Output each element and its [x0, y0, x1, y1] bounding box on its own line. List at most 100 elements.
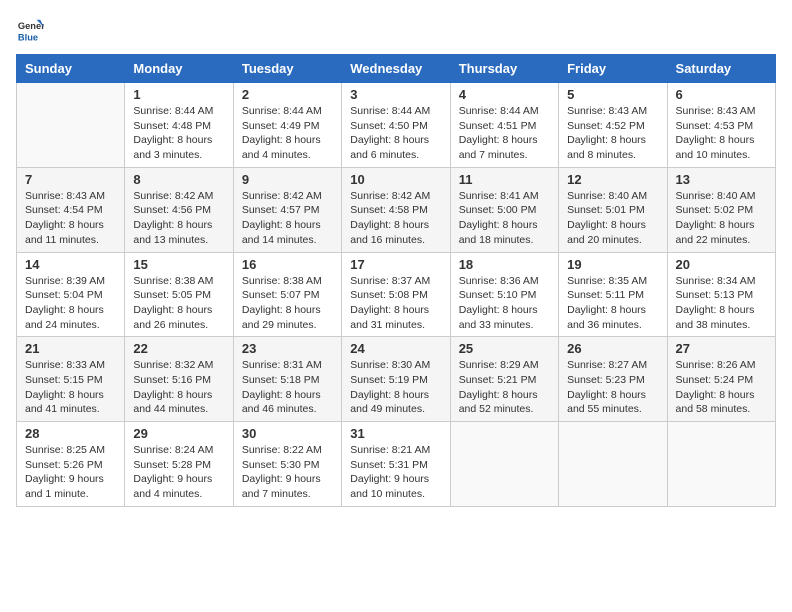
calendar-cell: 25 Sunrise: 8:29 AM Sunset: 5:21 PM Dayli… [450, 337, 558, 422]
calendar-cell: 31 Sunrise: 8:21 AM Sunset: 5:31 PM Dayli… [342, 422, 450, 507]
day-info: Sunrise: 8:44 AM Sunset: 4:50 PM Dayligh… [350, 104, 441, 163]
day-number: 28 [25, 426, 116, 441]
day-number: 7 [25, 172, 116, 187]
calendar-cell: 12Sunrise: 8:40 AM Sunset: 5:01 PM Dayli… [559, 167, 667, 252]
calendar-cell: 18 Sunrise: 8:36 AM Sunset: 5:10 PM Dayli… [450, 252, 558, 337]
day-info: Sunrise: 8:34 AM Sunset: 5:13 PM Dayligh… [676, 274, 767, 333]
day-info: Sunrise: 8:29 AM Sunset: 5:21 PM Dayligh… [459, 358, 550, 417]
day-number: 11 [459, 172, 550, 187]
calendar-cell: 17 Sunrise: 8:37 AM Sunset: 5:08 PM Dayli… [342, 252, 450, 337]
day-number: 15 [133, 257, 224, 272]
day-info: Sunrise: 8:21 AM Sunset: 5:31 PM Dayligh… [350, 443, 441, 502]
day-number: 16 [242, 257, 333, 272]
calendar-header-friday: Friday [559, 55, 667, 83]
day-info: Sunrise: 8:33 AM Sunset: 5:15 PM Dayligh… [25, 358, 116, 417]
day-info: Sunrise: 8:38 AM Sunset: 5:07 PM Dayligh… [242, 274, 333, 333]
day-info: Sunrise: 8:42 AM Sunset: 4:58 PM Dayligh… [350, 189, 441, 248]
calendar-header-saturday: Saturday [667, 55, 775, 83]
calendar-cell: 13 Sunrise: 8:40 AM Sunset: 5:02 PM Dayli… [667, 167, 775, 252]
day-number: 3 [350, 87, 441, 102]
day-info: Sunrise: 8:30 AM Sunset: 5:19 PM Dayligh… [350, 358, 441, 417]
calendar-cell: 19 Sunrise: 8:35 AM Sunset: 5:11 PM Dayli… [559, 252, 667, 337]
calendar-cell: 27 Sunrise: 8:26 AM Sunset: 5:24 PM Dayli… [667, 337, 775, 422]
calendar-cell: 7 Sunrise: 8:43 AM Sunset: 4:54 PM Daylig… [17, 167, 125, 252]
calendar-cell: 23 Sunrise: 8:31 AM Sunset: 5:18 PM Dayli… [233, 337, 341, 422]
calendar-cell: 28 Sunrise: 8:25 AM Sunset: 5:26 PM Dayli… [17, 422, 125, 507]
calendar-cell: 9 Sunrise: 8:42 AM Sunset: 4:57 PM Daylig… [233, 167, 341, 252]
day-number: 14 [25, 257, 116, 272]
day-number: 8 [133, 172, 224, 187]
calendar-cell: 14 Sunrise: 8:39 AM Sunset: 5:04 PM Dayli… [17, 252, 125, 337]
calendar-week-row: 1 Sunrise: 8:44 AM Sunset: 4:48 PM Daylig… [17, 83, 776, 168]
day-number: 19 [567, 257, 658, 272]
day-number: 23 [242, 341, 333, 356]
calendar-header-sunday: Sunday [17, 55, 125, 83]
calendar-header-tuesday: Tuesday [233, 55, 341, 83]
calendar-cell [559, 422, 667, 507]
page-header: General Blue [16, 16, 776, 44]
calendar-table: SundayMondayTuesdayWednesdayThursdayFrid… [16, 54, 776, 507]
day-info: Sunrise: 8:44 AM Sunset: 4:51 PM Dayligh… [459, 104, 550, 163]
calendar-week-row: 21 Sunrise: 8:33 AM Sunset: 5:15 PM Dayli… [17, 337, 776, 422]
day-info: Sunrise: 8:40 AM Sunset: 5:01 PM Dayligh… [567, 189, 658, 248]
day-info: Sunrise: 8:27 AM Sunset: 5:23 PM Dayligh… [567, 358, 658, 417]
day-info: Sunrise: 8:22 AM Sunset: 5:30 PM Dayligh… [242, 443, 333, 502]
calendar-cell: 2Sunrise: 8:44 AM Sunset: 4:49 PM Daylig… [233, 83, 341, 168]
day-info: Sunrise: 8:25 AM Sunset: 5:26 PM Dayligh… [25, 443, 116, 502]
calendar-cell: 24 Sunrise: 8:30 AM Sunset: 5:19 PM Dayli… [342, 337, 450, 422]
day-number: 17 [350, 257, 441, 272]
calendar-cell: 30 Sunrise: 8:22 AM Sunset: 5:30 PM Dayli… [233, 422, 341, 507]
calendar-cell: 15Sunrise: 8:38 AM Sunset: 5:05 PM Dayli… [125, 252, 233, 337]
day-number: 21 [25, 341, 116, 356]
calendar-cell: 21 Sunrise: 8:33 AM Sunset: 5:15 PM Dayli… [17, 337, 125, 422]
calendar-week-row: 7 Sunrise: 8:43 AM Sunset: 4:54 PM Daylig… [17, 167, 776, 252]
day-info: Sunrise: 8:42 AM Sunset: 4:57 PM Dayligh… [242, 189, 333, 248]
calendar-week-row: 14 Sunrise: 8:39 AM Sunset: 5:04 PM Dayli… [17, 252, 776, 337]
calendar-cell: 16 Sunrise: 8:38 AM Sunset: 5:07 PM Dayli… [233, 252, 341, 337]
calendar-header-wednesday: Wednesday [342, 55, 450, 83]
day-number: 13 [676, 172, 767, 187]
day-number: 26 [567, 341, 658, 356]
calendar-cell: 1 Sunrise: 8:44 AM Sunset: 4:48 PM Daylig… [125, 83, 233, 168]
day-number: 18 [459, 257, 550, 272]
calendar-cell: 3 Sunrise: 8:44 AM Sunset: 4:50 PM Daylig… [342, 83, 450, 168]
day-number: 25 [459, 341, 550, 356]
day-number: 1 [133, 87, 224, 102]
logo-icon: General Blue [16, 16, 44, 44]
day-info: Sunrise: 8:44 AM Sunset: 4:49 PM Dayligh… [242, 104, 333, 163]
day-info: Sunrise: 8:43 AM Sunset: 4:54 PM Dayligh… [25, 189, 116, 248]
day-number: 24 [350, 341, 441, 356]
day-info: Sunrise: 8:35 AM Sunset: 5:11 PM Dayligh… [567, 274, 658, 333]
day-number: 20 [676, 257, 767, 272]
day-info: Sunrise: 8:44 AM Sunset: 4:48 PM Dayligh… [133, 104, 224, 163]
calendar-cell: 5Sunrise: 8:43 AM Sunset: 4:52 PM Daylig… [559, 83, 667, 168]
calendar-cell: 29Sunrise: 8:24 AM Sunset: 5:28 PM Dayli… [125, 422, 233, 507]
day-info: Sunrise: 8:43 AM Sunset: 4:52 PM Dayligh… [567, 104, 658, 163]
day-info: Sunrise: 8:37 AM Sunset: 5:08 PM Dayligh… [350, 274, 441, 333]
calendar-cell: 10 Sunrise: 8:42 AM Sunset: 4:58 PM Dayli… [342, 167, 450, 252]
day-info: Sunrise: 8:31 AM Sunset: 5:18 PM Dayligh… [242, 358, 333, 417]
calendar-cell: 11Sunrise: 8:41 AM Sunset: 5:00 PM Dayli… [450, 167, 558, 252]
day-number: 27 [676, 341, 767, 356]
day-number: 22 [133, 341, 224, 356]
calendar-cell: 22Sunrise: 8:32 AM Sunset: 5:16 PM Dayli… [125, 337, 233, 422]
day-info: Sunrise: 8:43 AM Sunset: 4:53 PM Dayligh… [676, 104, 767, 163]
calendar-cell [17, 83, 125, 168]
svg-text:Blue: Blue [18, 32, 38, 42]
calendar-header-monday: Monday [125, 55, 233, 83]
day-info: Sunrise: 8:39 AM Sunset: 5:04 PM Dayligh… [25, 274, 116, 333]
day-info: Sunrise: 8:26 AM Sunset: 5:24 PM Dayligh… [676, 358, 767, 417]
day-info: Sunrise: 8:40 AM Sunset: 5:02 PM Dayligh… [676, 189, 767, 248]
day-number: 29 [133, 426, 224, 441]
day-number: 10 [350, 172, 441, 187]
day-number: 31 [350, 426, 441, 441]
day-info: Sunrise: 8:36 AM Sunset: 5:10 PM Dayligh… [459, 274, 550, 333]
calendar-cell: 8Sunrise: 8:42 AM Sunset: 4:56 PM Daylig… [125, 167, 233, 252]
calendar-week-row: 28 Sunrise: 8:25 AM Sunset: 5:26 PM Dayli… [17, 422, 776, 507]
day-number: 9 [242, 172, 333, 187]
day-number: 6 [676, 87, 767, 102]
day-number: 30 [242, 426, 333, 441]
day-number: 4 [459, 87, 550, 102]
calendar-cell: 20 Sunrise: 8:34 AM Sunset: 5:13 PM Dayli… [667, 252, 775, 337]
calendar-cell: 4 Sunrise: 8:44 AM Sunset: 4:51 PM Daylig… [450, 83, 558, 168]
